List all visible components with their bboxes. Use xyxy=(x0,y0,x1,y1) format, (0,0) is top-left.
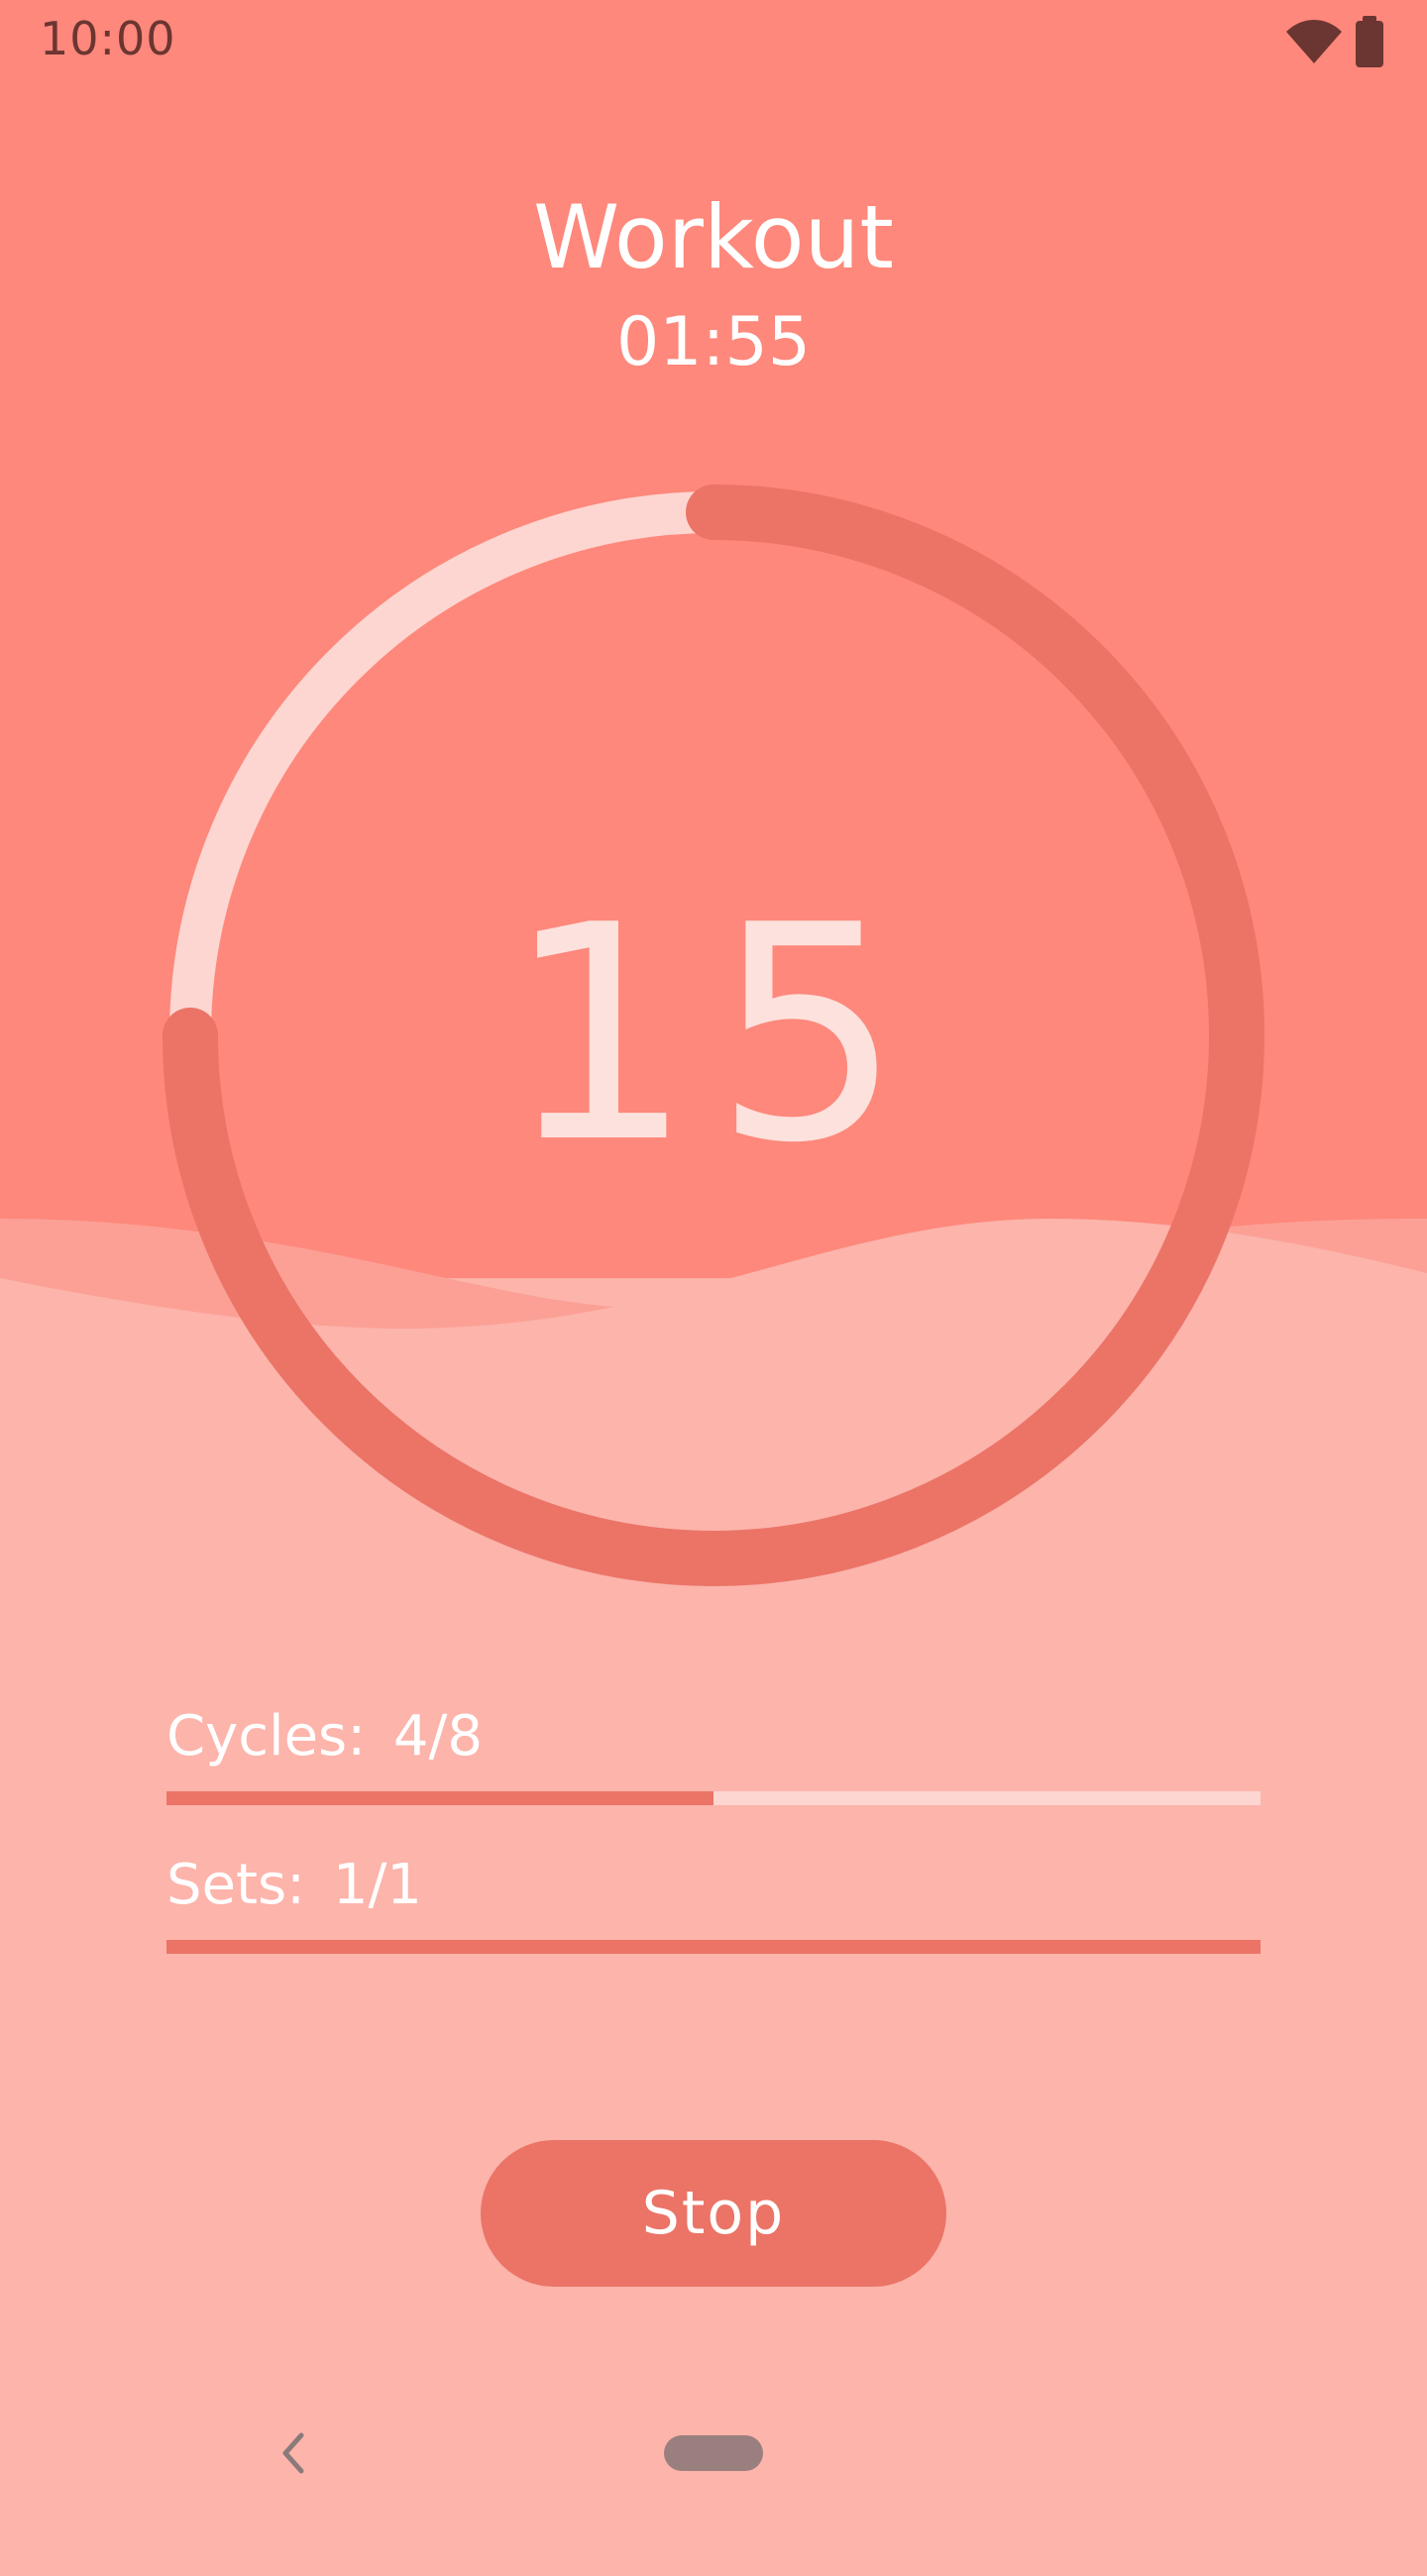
home-pill[interactable] xyxy=(664,2435,763,2471)
countdown-value: 15 xyxy=(504,862,923,1208)
sets-value: 1/1 xyxy=(332,1853,422,1917)
cycles-progress-bar xyxy=(166,1791,1261,1805)
back-icon[interactable] xyxy=(274,2429,313,2477)
sets-progress-fill xyxy=(166,1940,1261,1954)
sets-label: Sets: xyxy=(166,1853,305,1917)
cycles-label-row: Cycles: 4/8 xyxy=(166,1704,483,1769)
stop-button[interactable]: Stop xyxy=(481,2140,946,2287)
sets-progress-bar xyxy=(166,1940,1261,1954)
cycles-label: Cycles: xyxy=(166,1704,367,1769)
sets-label-row: Sets: 1/1 xyxy=(166,1853,422,1917)
cycles-value: 4/8 xyxy=(392,1704,484,1769)
cycles-progress-fill xyxy=(166,1791,714,1805)
